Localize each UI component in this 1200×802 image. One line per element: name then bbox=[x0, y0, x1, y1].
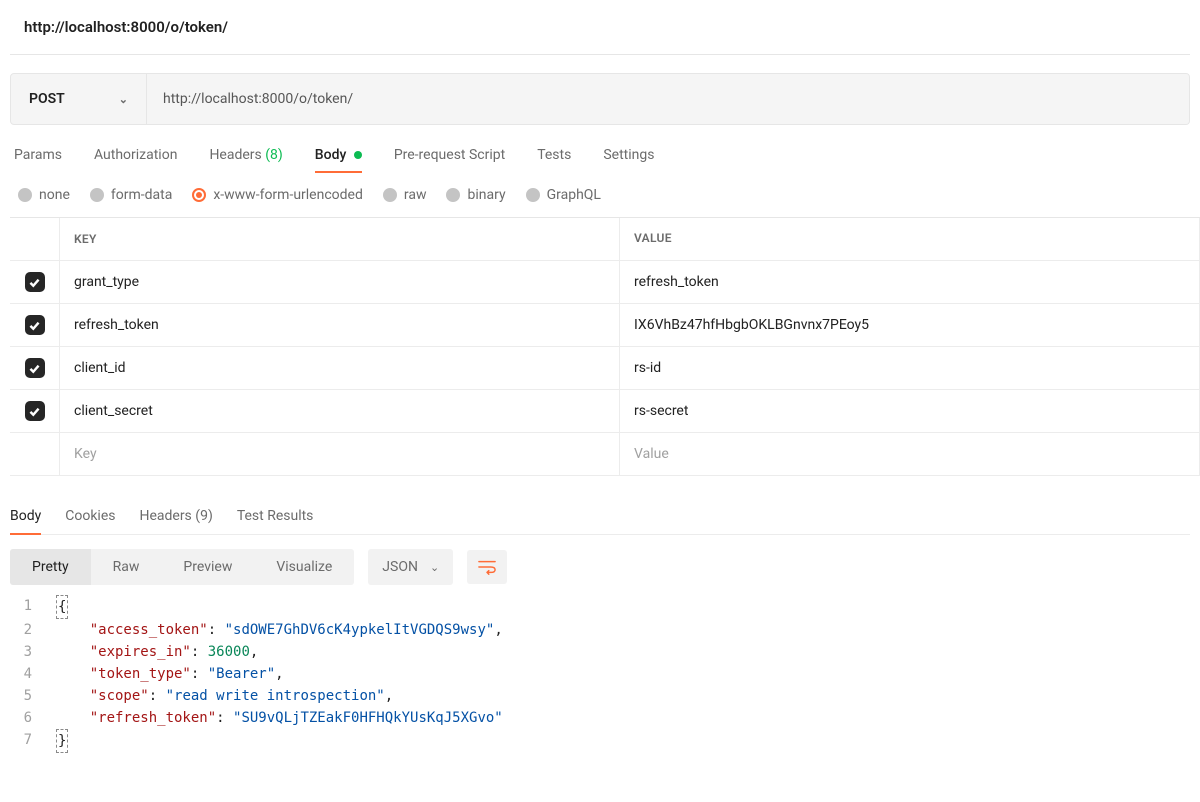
format-label: JSON bbox=[382, 559, 418, 575]
kv-key[interactable]: client_id bbox=[60, 347, 620, 389]
request-tabs: Params Authorization Headers (8) Body Pr… bbox=[0, 125, 1200, 173]
tab-body[interactable]: Body bbox=[315, 147, 362, 173]
kv-header-row: KEY VALUE bbox=[10, 218, 1200, 261]
kv-check-cell[interactable] bbox=[10, 433, 60, 475]
kv-header-check bbox=[10, 218, 60, 260]
kv-value[interactable]: rs-secret bbox=[620, 390, 1200, 432]
tab-headers[interactable]: Headers (8) bbox=[209, 147, 282, 173]
radio-icon bbox=[446, 188, 460, 202]
tab-headers-label: Headers bbox=[209, 147, 261, 163]
kv-row: grant_type refresh_token bbox=[10, 261, 1200, 304]
radio-label: none bbox=[39, 187, 70, 203]
kv-value-placeholder[interactable]: Value bbox=[620, 433, 1200, 475]
format-select[interactable]: JSON ⌄ bbox=[368, 549, 453, 585]
radio-label: binary bbox=[467, 187, 505, 203]
tab-response-test-results[interactable]: Test Results bbox=[237, 508, 314, 534]
view-modes: Pretty Raw Preview Visualize bbox=[10, 549, 354, 585]
request-row: POST ⌄ http://localhost:8000/o/token/ bbox=[10, 73, 1190, 125]
chevron-down-icon: ⌄ bbox=[430, 561, 439, 574]
divider bbox=[10, 54, 1190, 55]
kv-table: KEY VALUE grant_type refresh_token refre… bbox=[10, 217, 1200, 476]
radio-icon bbox=[383, 188, 397, 202]
tab-authorization[interactable]: Authorization bbox=[94, 147, 177, 173]
breadcrumb: http://localhost:8000/o/token/ bbox=[0, 0, 1200, 54]
radio-icon bbox=[90, 188, 104, 202]
kv-value[interactable]: rs-id bbox=[620, 347, 1200, 389]
tab-tests[interactable]: Tests bbox=[537, 147, 571, 173]
kv-header-value: VALUE bbox=[620, 218, 1200, 260]
tab-response-body[interactable]: Body bbox=[10, 508, 41, 534]
kv-row: client_secret rs-secret bbox=[10, 390, 1200, 433]
tab-headers-count: (8) bbox=[265, 147, 283, 163]
kv-row: refresh_token IX6VhBz47hfHbgbOKLBGnvnx7P… bbox=[10, 304, 1200, 347]
kv-key[interactable]: grant_type bbox=[60, 261, 620, 303]
view-preview[interactable]: Preview bbox=[161, 549, 254, 585]
method-select[interactable]: POST ⌄ bbox=[11, 74, 147, 124]
radio-icon bbox=[526, 188, 540, 202]
kv-key-placeholder[interactable]: Key bbox=[60, 433, 620, 475]
radio-form-data[interactable]: form-data bbox=[90, 187, 172, 203]
tab-prerequest[interactable]: Pre-request Script bbox=[394, 147, 505, 173]
response-toolbar: Pretty Raw Preview Visualize JSON ⌄ bbox=[0, 535, 1200, 585]
radio-label: raw bbox=[404, 187, 427, 203]
kv-value[interactable]: IX6VhBz47hfHbgbOKLBGnvnx7PEoy5 bbox=[620, 304, 1200, 346]
kv-key[interactable]: client_secret bbox=[60, 390, 620, 432]
response-tabs: Body Cookies Headers (9) Test Results bbox=[0, 476, 1200, 534]
wrap-lines-button[interactable] bbox=[467, 550, 507, 584]
radio-graphql[interactable]: GraphQL bbox=[526, 187, 601, 203]
tab-response-headers-count: (9) bbox=[195, 508, 213, 524]
chevron-down-icon: ⌄ bbox=[119, 93, 128, 106]
body-type-radios: none form-data x-www-form-urlencoded raw… bbox=[0, 173, 1200, 217]
tab-response-headers-label: Headers bbox=[139, 508, 191, 524]
checked-icon bbox=[25, 358, 45, 378]
kv-row: client_id rs-id bbox=[10, 347, 1200, 390]
kv-empty-row: Key Value bbox=[10, 433, 1200, 476]
radio-none[interactable]: none bbox=[18, 187, 70, 203]
kv-check-cell[interactable] bbox=[10, 390, 60, 432]
tab-params[interactable]: Params bbox=[14, 147, 62, 173]
json-code[interactable]: 1{2 "access_token": "sdOWE7GhDV6cK4ypkel… bbox=[10, 595, 1190, 753]
tab-body-indicator-icon bbox=[354, 151, 362, 159]
tab-settings[interactable]: Settings bbox=[603, 147, 654, 173]
tab-response-headers[interactable]: Headers (9) bbox=[139, 508, 212, 534]
method-label: POST bbox=[29, 91, 65, 107]
view-raw[interactable]: Raw bbox=[91, 549, 162, 585]
checked-icon bbox=[25, 272, 45, 292]
radio-raw[interactable]: raw bbox=[383, 187, 427, 203]
radio-icon bbox=[18, 188, 32, 202]
kv-check-cell[interactable] bbox=[10, 261, 60, 303]
url-input[interactable]: http://localhost:8000/o/token/ bbox=[147, 74, 1189, 124]
kv-key[interactable]: refresh_token bbox=[60, 304, 620, 346]
radio-x-www-form-urlencoded[interactable]: x-www-form-urlencoded bbox=[192, 187, 363, 203]
tab-body-label: Body bbox=[315, 147, 347, 163]
kv-check-cell[interactable] bbox=[10, 347, 60, 389]
view-pretty[interactable]: Pretty bbox=[10, 549, 91, 585]
radio-binary[interactable]: binary bbox=[446, 187, 505, 203]
checked-icon bbox=[25, 315, 45, 335]
view-visualize[interactable]: Visualize bbox=[254, 549, 354, 585]
response-body: 1{2 "access_token": "sdOWE7GhDV6cK4ypkel… bbox=[0, 585, 1200, 777]
kv-header-key: KEY bbox=[60, 218, 620, 260]
radio-label: x-www-form-urlencoded bbox=[213, 187, 363, 203]
tab-response-cookies[interactable]: Cookies bbox=[65, 508, 115, 534]
kv-check-cell[interactable] bbox=[10, 304, 60, 346]
kv-value[interactable]: refresh_token bbox=[620, 261, 1200, 303]
radio-icon bbox=[192, 188, 206, 202]
radio-label: GraphQL bbox=[547, 187, 601, 203]
wrap-lines-icon bbox=[478, 559, 496, 575]
radio-label: form-data bbox=[111, 187, 172, 203]
checked-icon bbox=[25, 401, 45, 421]
